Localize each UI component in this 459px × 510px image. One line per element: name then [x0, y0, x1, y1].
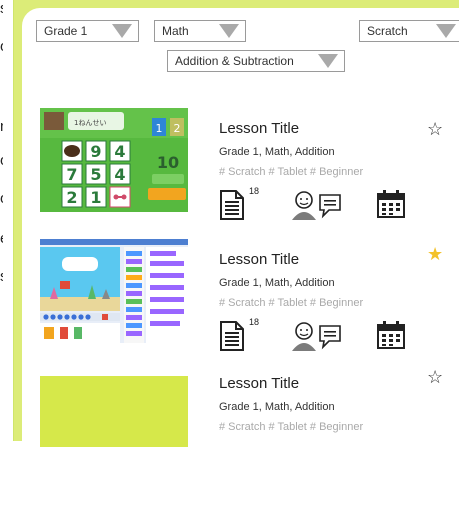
tool-select-value: Scratch [367, 24, 408, 38]
svg-text:7: 7 [66, 165, 77, 184]
document-icon [220, 190, 244, 220]
star-outline-icon[interactable]: ☆ [427, 120, 443, 138]
document-icon [220, 321, 244, 351]
lesson-thumbnail[interactable] [40, 376, 188, 447]
chevron-down-icon [318, 54, 338, 68]
chevron-down-icon [219, 24, 239, 38]
lesson-tags: # Scratch # Tablet # Beginner [219, 166, 364, 178]
svg-text:9: 9 [90, 142, 101, 161]
grade-select[interactable]: Grade 1 [36, 20, 139, 42]
svg-text:10: 10 [157, 153, 179, 172]
subject-select[interactable]: Math [154, 20, 246, 42]
star-outline-icon[interactable]: ☆ [427, 368, 443, 386]
lesson-meta: Grade 1, Math, Addition [219, 401, 335, 413]
chevron-down-icon [436, 24, 456, 38]
tool-select[interactable]: Scratch [359, 20, 459, 42]
scratch-editor-thumbnail-image [40, 239, 188, 343]
svg-text:2: 2 [66, 188, 77, 207]
svg-text:4: 4 [114, 142, 125, 161]
lesson-item[interactable]: Lesson Title Grade 1, Math, Addition # S… [22, 368, 459, 510]
topic-select-value: Addition & Subtraction [175, 54, 294, 68]
math-game-thumbnail-image: 1ねんせい 1 2 9 4 7 5 4 2 1 10 [40, 108, 188, 212]
svg-text:2: 2 [174, 122, 181, 135]
subject-select-value: Math [162, 24, 189, 38]
lesson-item[interactable]: Lesson Title Grade 1, Math, Addition # S… [22, 239, 459, 379]
lesson-panel: Grade 1 Math Scratch Addition & Subtract… [22, 8, 459, 447]
lesson-tags: # Scratch # Tablet # Beginner [219, 297, 364, 309]
lesson-meta: Grade 1, Math, Addition [219, 277, 335, 289]
lesson-title[interactable]: Lesson Title [219, 120, 299, 137]
lesson-thumbnail[interactable]: 1ねんせい 1 2 9 4 7 5 4 2 1 10 [40, 108, 188, 212]
svg-text:1: 1 [90, 188, 101, 207]
lesson-item[interactable]: 1ねんせい 1 2 9 4 7 5 4 2 1 10 Lesson Title … [22, 108, 459, 248]
thumb-caption: 1ねんせい [74, 119, 106, 127]
lesson-title[interactable]: Lesson Title [219, 375, 299, 392]
topic-select[interactable]: Addition & Subtraction [167, 50, 345, 72]
document-count: 18 [249, 317, 260, 327]
svg-text:5: 5 [90, 165, 101, 184]
svg-text:1: 1 [156, 122, 163, 135]
lesson-icons: 18 [219, 317, 439, 351]
lesson-meta: Grade 1, Math, Addition [219, 146, 335, 158]
document-count: 18 [249, 186, 260, 196]
discussion-icon [292, 191, 341, 220]
discussion-icon [292, 322, 341, 351]
lesson-tags: # Scratch # Tablet # Beginner [219, 421, 364, 433]
star-filled-icon[interactable]: ★ [427, 245, 443, 263]
svg-text:4: 4 [114, 165, 125, 184]
lesson-title[interactable]: Lesson Title [219, 251, 299, 268]
calendar-icon [377, 321, 405, 349]
lesson-icons: 18 [219, 186, 439, 220]
lesson-panel-frame: Grade 1 Math Scratch Addition & Subtract… [14, 0, 459, 447]
calendar-icon [377, 190, 405, 218]
lesson-thumbnail[interactable] [40, 239, 188, 343]
chevron-down-icon [112, 24, 132, 38]
grade-select-value: Grade 1 [44, 24, 88, 38]
left-panel: s o n or oj e st [0, 0, 16, 441]
